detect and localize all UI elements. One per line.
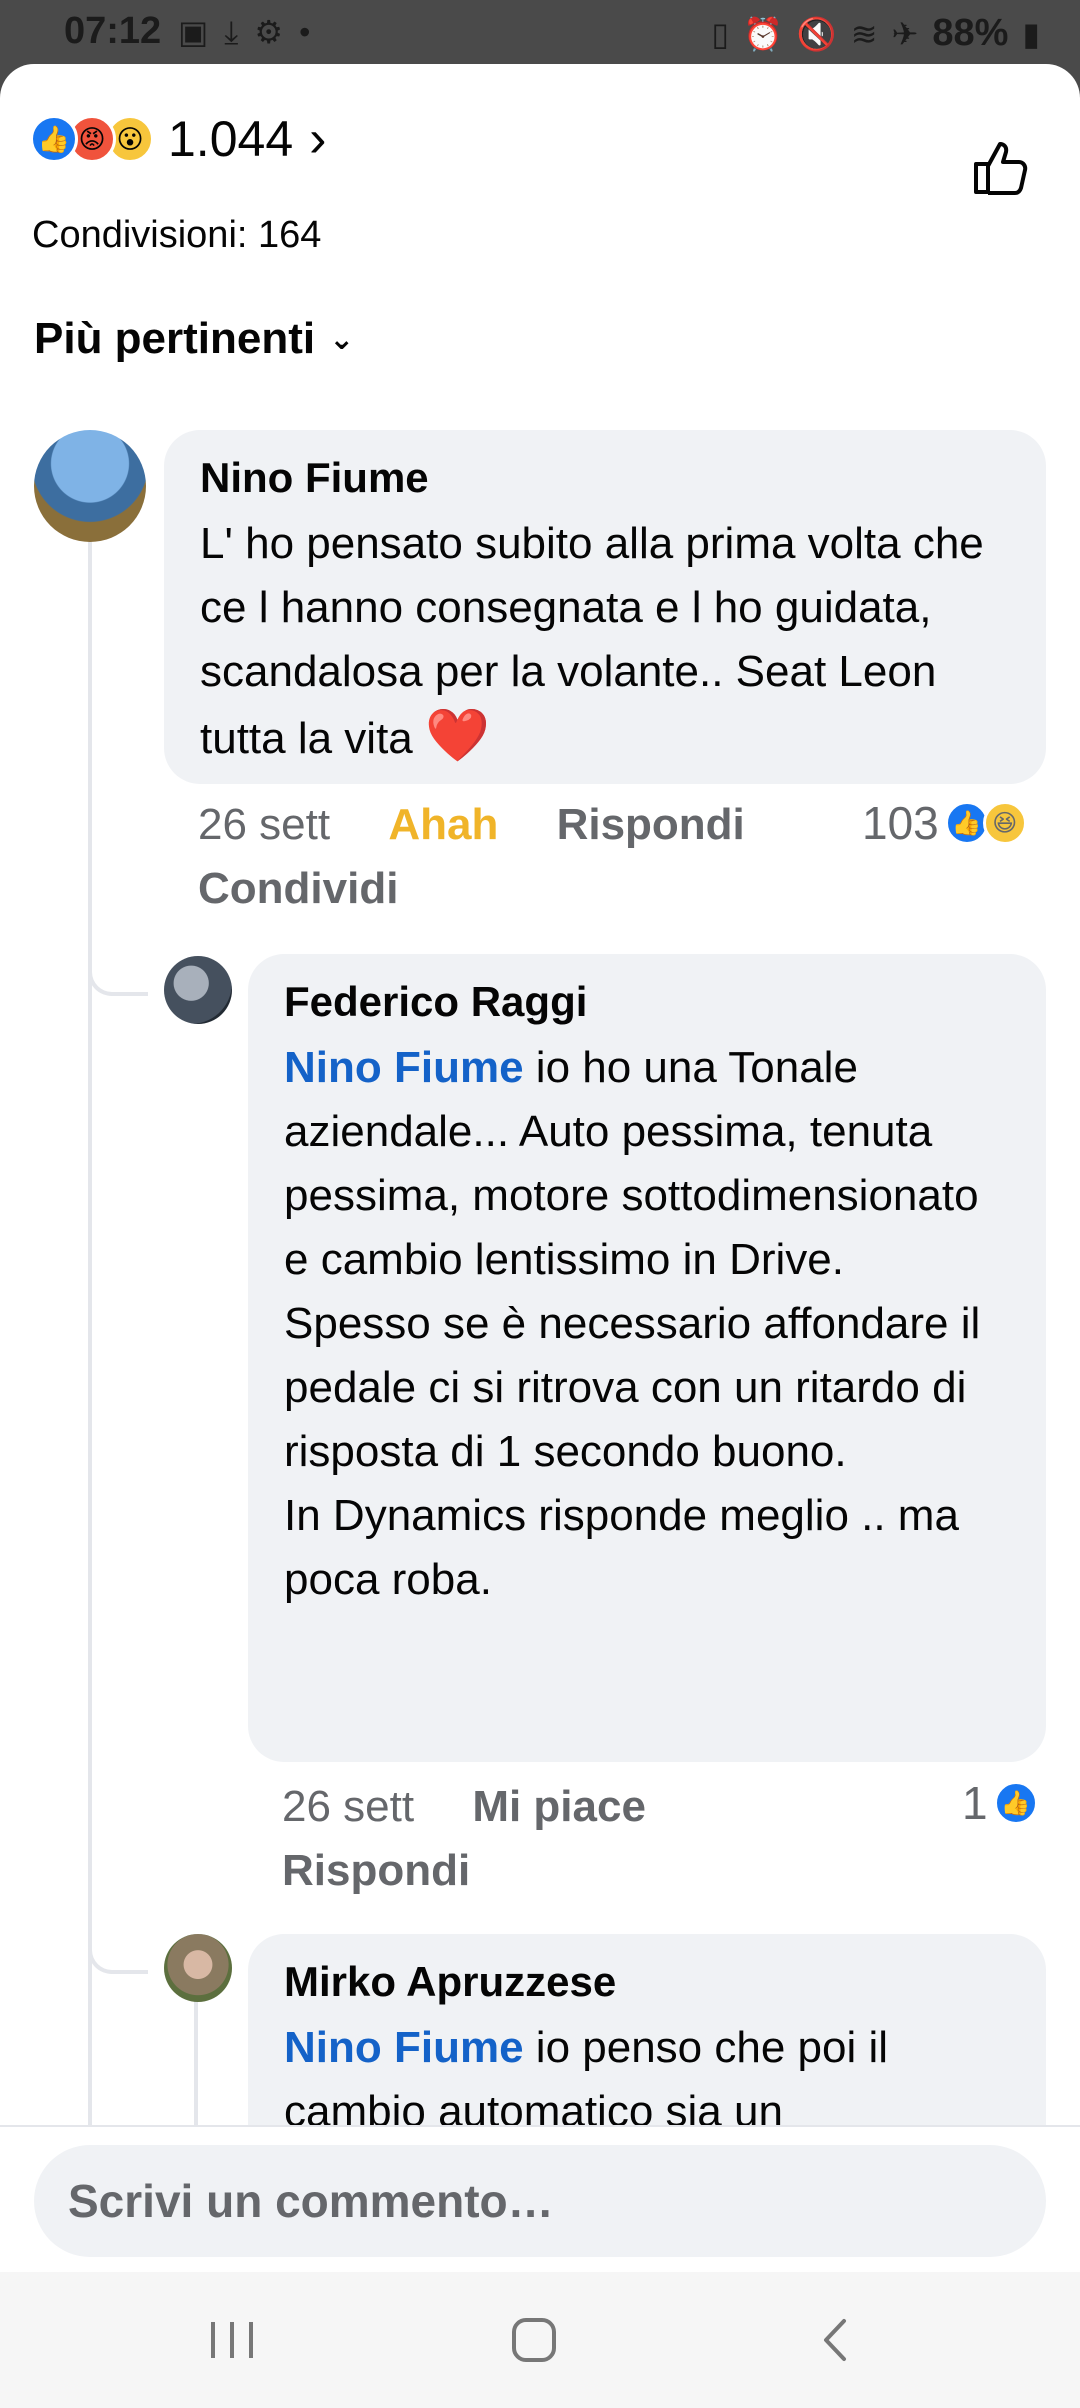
comment-time: 26 sett	[282, 1782, 415, 1831]
comment-reactions[interactable]: 103 👍 😆	[862, 796, 1027, 850]
avatar[interactable]	[34, 430, 146, 542]
comment-author[interactable]: Federico Raggi	[284, 978, 1010, 1026]
back-button[interactable]	[796, 2304, 876, 2376]
avatar[interactable]	[164, 956, 232, 1024]
comment-actions: 26 sett Ahah Rispondi	[198, 800, 791, 850]
status-time: 07:12	[64, 10, 162, 52]
recent-apps-button[interactable]	[192, 2304, 272, 2376]
like-reaction-icon: 👍	[30, 115, 78, 163]
shares-count: Condivisioni: 164	[32, 214, 322, 256]
comment-reaction-total: 1	[962, 1777, 988, 1829]
chevron-right-icon: ›	[309, 110, 327, 168]
mute-icon: 🔇	[796, 15, 837, 52]
sort-dropdown[interactable]: Più pertinenti ⌄	[34, 314, 354, 364]
comment-author[interactable]: Nino Fiume	[200, 454, 1010, 502]
comment-actions-2: Condividi	[198, 864, 444, 914]
mention-link[interactable]: Nino Fiume	[284, 1043, 524, 1092]
comment-time: 26 sett	[198, 800, 331, 849]
comment-text: Nino Fiume io ho una Tonale aziendale...…	[284, 1043, 981, 1604]
battery-level: 88%	[932, 12, 1009, 54]
like-button[interactable]: Mi piace	[472, 1782, 646, 1831]
comment-reaction-total: 103	[862, 797, 939, 849]
airplane-icon: ✈	[891, 15, 919, 52]
reply-button[interactable]: Rispondi	[557, 800, 745, 849]
reactions-summary[interactable]: 👍 😡 😮 1.044 ›	[30, 104, 326, 174]
mention-link[interactable]: Nino Fiume	[284, 2023, 524, 2072]
comment-author[interactable]: Mirko Apruzzese	[284, 1958, 1010, 2006]
reply-button[interactable]: Rispondi	[282, 1846, 470, 1895]
share-button[interactable]: Condividi	[198, 864, 398, 913]
haha-reaction-icon: 😆	[982, 801, 1027, 845]
battery-icon: ▮	[1022, 15, 1040, 52]
status-bar: 07:12 ▣ ⤓ ⚙ • ▯ ⏰ 🔇 ≋ ✈ 88% ▮	[0, 0, 1080, 64]
sim-icon: ▯	[711, 15, 730, 52]
comment-composer	[0, 2125, 1080, 2272]
settings-icon: ⚙	[254, 14, 284, 50]
back-icon	[824, 2319, 846, 2361]
comment-reactions[interactable]: 1 👍	[962, 1776, 1038, 1830]
comment-input[interactable]	[34, 2145, 1046, 2257]
wifi-icon: ≋	[850, 15, 878, 52]
thread-connector	[88, 1924, 148, 1974]
comment-bubble[interactable]: Federico Raggi Nino Fiume io ho una Tona…	[248, 954, 1046, 1762]
thread-line	[88, 490, 92, 2150]
gallery-icon: ▣	[178, 14, 209, 50]
thread-connector	[88, 946, 148, 996]
recent-apps-icon	[211, 2322, 253, 2358]
reaction-count: 1.044	[168, 111, 294, 167]
download-icon: ⤓	[224, 14, 239, 50]
chevron-down-icon: ⌄	[329, 322, 355, 356]
sort-label: Più pertinenti	[34, 314, 316, 363]
comment-text: L' ho pensato subito alla prima volta ch…	[200, 519, 984, 765]
home-icon	[512, 2318, 556, 2362]
comment-actions-2: Rispondi	[282, 1846, 516, 1896]
dot-icon: •	[299, 14, 311, 50]
home-button[interactable]	[494, 2304, 574, 2376]
comment-actions: 26 sett Mi piace	[282, 1782, 692, 1832]
comment-bubble[interactable]: Nino Fiume L' ho pensato subito alla pri…	[164, 430, 1046, 784]
avatar[interactable]	[164, 1934, 232, 2002]
like-reaction-icon: 👍	[993, 1781, 1038, 1825]
like-post-icon[interactable]	[968, 136, 1032, 200]
reaction-button[interactable]: Ahah	[388, 800, 498, 849]
heart-emoji: ❤️	[425, 707, 490, 765]
alarm-icon: ⏰	[743, 15, 783, 52]
system-nav-bar	[0, 2272, 1080, 2408]
